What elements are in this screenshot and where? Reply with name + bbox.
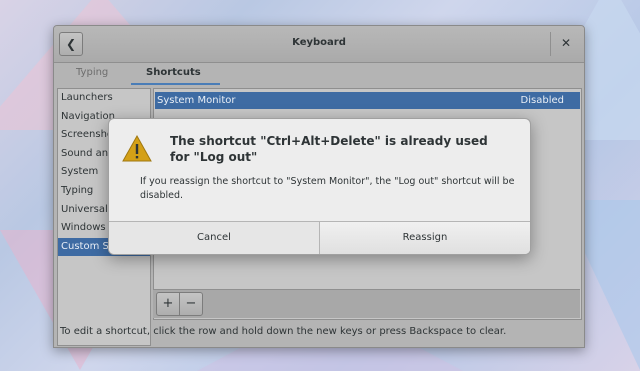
dialog-title: The shortcut "Ctrl+Alt+Delete" is alread… bbox=[170, 134, 488, 164]
dialog-button-bar: Cancel Reassign bbox=[109, 221, 530, 254]
titlebar-separator bbox=[550, 32, 551, 56]
close-button[interactable]: ✕ bbox=[558, 35, 574, 51]
shortcut-toolbar: + − bbox=[153, 289, 580, 318]
window-title: Keyboard bbox=[292, 37, 346, 48]
dialog-message: If you reassign the shortcut to "System … bbox=[140, 176, 515, 201]
shortcut-row[interactable]: System Monitor Disabled bbox=[155, 92, 580, 109]
plus-icon: + bbox=[162, 296, 174, 311]
help-hint: To edit a shortcut, click the row and ho… bbox=[60, 326, 507, 337]
shortcut-accelerator: Disabled bbox=[520, 95, 564, 106]
sidebar-item-launchers[interactable]: Launchers bbox=[58, 89, 150, 108]
titlebar: ❮ Keyboard ✕ bbox=[54, 26, 584, 63]
shortcut-name: System Monitor bbox=[157, 95, 236, 106]
warning-icon bbox=[122, 134, 152, 162]
tab-typing[interactable]: Typing bbox=[76, 67, 108, 78]
minus-icon: − bbox=[185, 296, 197, 311]
tab-shortcuts[interactable]: Shortcuts bbox=[146, 67, 201, 78]
cancel-button[interactable]: Cancel bbox=[109, 222, 320, 254]
reassign-button[interactable]: Reassign bbox=[320, 222, 530, 254]
close-icon: ✕ bbox=[560, 36, 572, 50]
tab-bar: Typing Shortcuts bbox=[54, 63, 584, 85]
remove-shortcut-button[interactable]: − bbox=[179, 292, 203, 316]
shortcut-conflict-dialog: The shortcut "Ctrl+Alt+Delete" is alread… bbox=[108, 118, 531, 255]
add-shortcut-button[interactable]: + bbox=[156, 292, 180, 316]
active-tab-indicator bbox=[131, 83, 220, 85]
